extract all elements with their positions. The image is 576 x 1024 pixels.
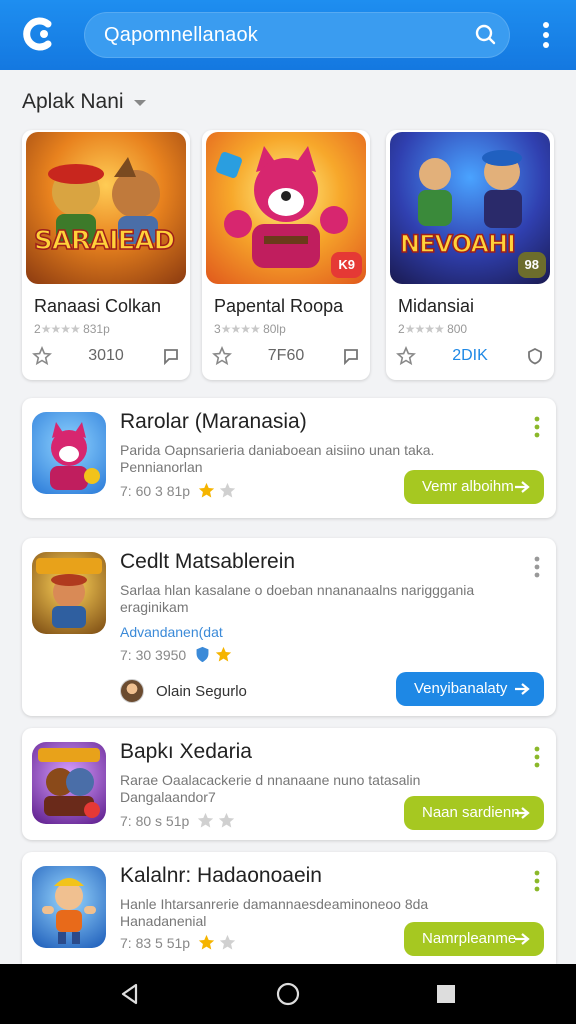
card-title: Ranaasi Colkan bbox=[34, 296, 162, 316]
item-title: Kalalnr: Hadaonoaein bbox=[120, 864, 322, 887]
item-title: Rarolar (Maranasia) bbox=[120, 410, 307, 433]
star-icon bbox=[219, 812, 235, 828]
shield-icon bbox=[196, 646, 209, 663]
avatar bbox=[120, 679, 144, 703]
list-item[interactable]: Kalalnr: Hadaonoaein Hanle Ihtarsanrerie… bbox=[22, 852, 556, 964]
item-rating: 7: 83 5 51p bbox=[120, 934, 236, 951]
app-icon bbox=[32, 866, 106, 948]
app-icon bbox=[32, 552, 106, 634]
game-thumbnail: SARAIEAD bbox=[26, 132, 186, 284]
app-icon bbox=[32, 412, 106, 494]
game-badge: K9 bbox=[331, 252, 362, 278]
list-item[interactable]: Bapkı Xedaria Rarae Oaalacackerie d nnan… bbox=[22, 728, 556, 840]
chevron-down-icon[interactable] bbox=[133, 98, 147, 108]
card-meta: 3★★★★ 80lp bbox=[214, 322, 286, 336]
shield-icon[interactable] bbox=[526, 347, 544, 365]
developer-name: Olain Segurlo bbox=[156, 682, 247, 700]
card-title: Midansiai bbox=[398, 296, 475, 316]
game-thumbnail: K9 bbox=[206, 132, 366, 284]
home-icon[interactable] bbox=[276, 982, 300, 1006]
more-vert-icon[interactable] bbox=[534, 746, 540, 768]
item-rating: 7: 80 s 51p bbox=[120, 812, 235, 829]
list-item[interactable]: Rarolar (Maranasia) Parida Oapnsarieria … bbox=[22, 398, 556, 518]
featured-card[interactable]: K9 Papental Roopa 3★★★★ 80lp 7F60 bbox=[202, 130, 370, 380]
item-description: Sarlaa hlan kasalane o doeban nnananaaln… bbox=[120, 582, 475, 615]
app-logo-icon[interactable] bbox=[18, 14, 58, 54]
item-rating: 7: 60 3 81p bbox=[120, 482, 236, 499]
arrow-right-icon bbox=[515, 481, 530, 493]
arrow-right-icon bbox=[515, 683, 530, 695]
star-icon bbox=[219, 482, 236, 498]
card-meta: 2★★★★ 800 bbox=[398, 322, 468, 336]
star-icon bbox=[215, 646, 232, 662]
game-logo-text: SARAIEAD bbox=[33, 225, 176, 257]
install-button[interactable]: Vemr alboihm bbox=[404, 470, 544, 504]
game-badge: 98 bbox=[517, 252, 546, 278]
search-input[interactable]: Qapomnellanaok bbox=[104, 24, 258, 47]
card-meta: 2★★★★ 831p bbox=[34, 322, 110, 336]
card-footer: 3010 bbox=[32, 344, 180, 370]
app-icon bbox=[32, 742, 106, 824]
game-logo-text: NEVOAHI bbox=[399, 229, 516, 259]
more-vert-icon[interactable] bbox=[534, 556, 540, 578]
back-icon[interactable] bbox=[118, 982, 142, 1006]
item-title: Bapkı Xedaria bbox=[120, 740, 252, 763]
download-count: 3010 bbox=[88, 347, 124, 364]
card-footer: 7F60 bbox=[212, 344, 360, 370]
section-title[interactable]: Aplak Nani bbox=[22, 90, 124, 114]
item-rating: 7: 30 3950 bbox=[120, 646, 232, 663]
system-navigation-bar bbox=[0, 964, 576, 1024]
install-button[interactable]: Venyibanalaty bbox=[396, 672, 544, 706]
game-thumbnail: NEVOAHI 98 bbox=[390, 132, 550, 284]
arrow-right-icon bbox=[515, 933, 530, 945]
star-icon bbox=[198, 812, 214, 828]
search-bar[interactable]: Qapomnellanaok bbox=[84, 12, 510, 58]
featured-card[interactable]: SARAIEAD Ranaasi Colkan 2★★★★ 831p 3010 bbox=[22, 130, 190, 380]
more-vert-icon[interactable] bbox=[542, 22, 550, 48]
star-icon bbox=[198, 482, 215, 498]
download-count: 7F60 bbox=[267, 347, 305, 364]
star-icon bbox=[219, 934, 236, 950]
item-title: Cedlt Matsablerein bbox=[120, 550, 296, 573]
recents-icon[interactable] bbox=[436, 984, 456, 1004]
item-link[interactable]: Advandanen(dat bbox=[120, 624, 223, 640]
card-footer: 2DIK bbox=[396, 344, 544, 370]
card-title: Papental Roopa bbox=[214, 296, 344, 316]
search-icon[interactable] bbox=[474, 23, 496, 45]
characters-art bbox=[48, 157, 160, 244]
download-count: 2DIK bbox=[452, 347, 488, 364]
list-item[interactable]: Cedlt Matsablerein Sarlaa hlan kasalane … bbox=[22, 538, 556, 716]
featured-card[interactable]: NEVOAHI 98 Midansiai 2★★★★ 800 2DIK bbox=[386, 130, 554, 380]
arrow-right-icon bbox=[515, 807, 530, 819]
bookmark-icon[interactable] bbox=[162, 347, 180, 365]
more-vert-icon[interactable] bbox=[534, 870, 540, 892]
install-button[interactable]: Namrpleanme bbox=[404, 922, 544, 956]
more-vert-icon[interactable] bbox=[534, 416, 540, 438]
star-icon bbox=[198, 934, 215, 950]
top-app-bar: Qapomnellanaok bbox=[0, 0, 576, 70]
developer-chip[interactable]: Olain Segurlo bbox=[120, 676, 247, 706]
bookmark-icon[interactable] bbox=[342, 347, 360, 365]
install-button[interactable]: Naan sardienn bbox=[404, 796, 544, 830]
